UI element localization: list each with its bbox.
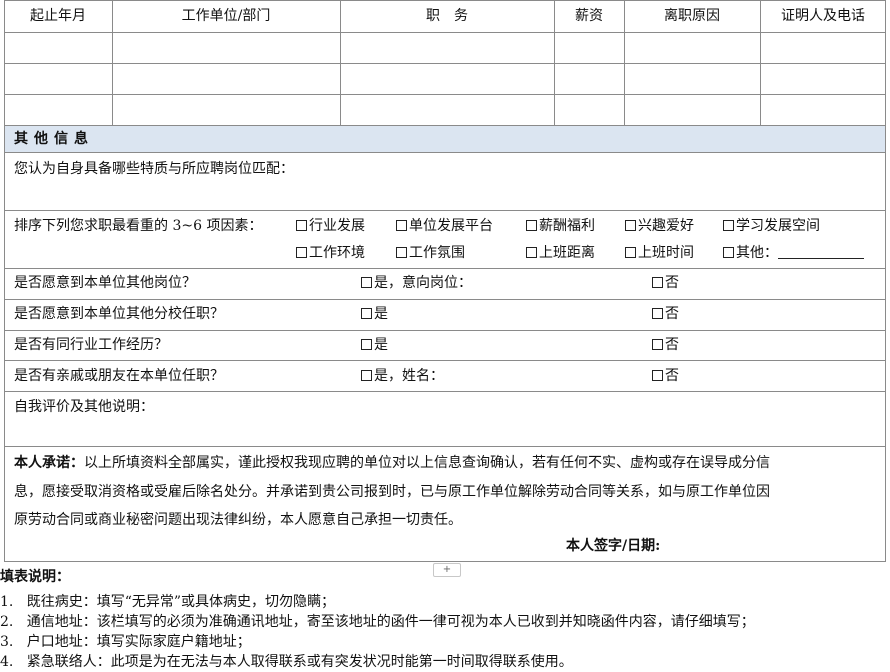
note-item: 4. 紧急联络人：此项是为在无法与本人取得联系或有突发状况时能第一时间取得联系使… <box>0 654 573 670</box>
answer-yes[interactable]: 是，意向岗位： <box>361 273 472 293</box>
pledge-line-2: 息，愿接受取消资格或受雇后除名处分。并承诺到贵公司报到时，已与原工作单位解除劳动… <box>14 484 770 500</box>
checkbox[interactable] <box>361 339 372 350</box>
work-history-cell[interactable] <box>761 33 885 63</box>
grid-line <box>4 63 886 64</box>
factor-option[interactable]: 工作环境 <box>296 243 365 263</box>
factor-option[interactable]: 单位发展平台 <box>396 216 493 236</box>
answer-yes[interactable]: 是，姓名： <box>361 366 444 386</box>
other-factor-input[interactable] <box>778 244 864 259</box>
notes-title: 填表说明： <box>0 569 70 585</box>
question-other-position: 是否愿意到本单位其他岗位？ <box>14 275 196 291</box>
checkbox[interactable] <box>396 220 407 231</box>
checkbox[interactable] <box>652 339 663 350</box>
checkbox[interactable] <box>723 220 734 231</box>
grid-line <box>4 268 886 269</box>
answer-yes[interactable]: 是 <box>361 304 388 324</box>
answer-no[interactable]: 否 <box>652 304 679 324</box>
grid-line <box>4 299 886 300</box>
signature-date-label: 本人签字/日期: <box>566 538 661 554</box>
note-item: 3. 户口地址：填写实际家庭户籍地址； <box>0 634 251 650</box>
grid-line <box>4 0 5 562</box>
checkbox[interactable] <box>296 247 307 258</box>
add-row-handle[interactable]: + <box>433 563 461 577</box>
header-reference: 证明人及电话 <box>781 8 865 24</box>
checkbox[interactable] <box>625 247 636 258</box>
grid-line <box>885 0 886 562</box>
checkbox[interactable] <box>361 277 372 288</box>
note-item: 2. 通信地址：该栏填写的必须为准确通讯地址，寄至该地址的函件一律可视为本人已收… <box>0 614 755 630</box>
work-history-cell[interactable] <box>5 33 112 63</box>
pledge-line-3: 原劳动合同或商业秘密问题出现法律纠纷，本人愿意自己承担一切责任。 <box>14 512 462 528</box>
factor-option[interactable]: 上班距离 <box>526 243 595 263</box>
factor-option[interactable]: 其他： <box>723 243 864 263</box>
factors-question: 排序下列您求职最看重的 3~6 项因素： <box>14 218 263 234</box>
grid-line <box>4 330 886 331</box>
question-relatives: 是否有亲戚或朋友在本单位任职？ <box>14 368 224 384</box>
checkbox[interactable] <box>652 277 663 288</box>
answer-no[interactable]: 否 <box>652 366 679 386</box>
grid-line <box>4 561 886 562</box>
work-history-cell[interactable] <box>113 33 340 63</box>
pledge-line-1: 本人承诺：以上所填资料全部属实，谨此授权我现应聘的单位对以上信息查询确认，若有任… <box>14 455 770 471</box>
section-title-other-info: 其他信息 <box>14 131 94 147</box>
factor-option[interactable]: 兴趣爱好 <box>625 216 694 236</box>
header-employer: 工作单位/部门 <box>181 8 271 24</box>
other-info-section-bar <box>4 126 886 152</box>
question-industry-experience: 是否有同行业工作经历？ <box>14 337 168 353</box>
application-form-table: 起止年月 工作单位/部门 职 务 薪资 离职原因 证明人及电话 其他信息 您认为… <box>4 0 886 562</box>
factor-option[interactable]: 上班时间 <box>625 243 694 263</box>
work-history-cell[interactable] <box>341 33 554 63</box>
factor-option[interactable]: 学习发展空间 <box>723 216 820 236</box>
answer-no[interactable]: 否 <box>652 273 679 293</box>
header-start-date: 起止年月 <box>30 8 86 24</box>
checkbox[interactable] <box>396 247 407 258</box>
header-leave-reason: 离职原因 <box>664 8 720 24</box>
note-item: 1. 既往病史：填写“无异常”或具体病史，切勿隐瞒； <box>0 594 336 610</box>
work-history-cell[interactable] <box>555 33 624 63</box>
checkbox[interactable] <box>723 247 734 258</box>
header-position: 职 务 <box>426 8 468 24</box>
factor-option[interactable]: 薪酬福利 <box>526 216 595 236</box>
answer-yes[interactable]: 是 <box>361 335 388 355</box>
grid-line <box>4 391 886 392</box>
checkbox[interactable] <box>652 308 663 319</box>
grid-line <box>4 210 886 211</box>
grid-line <box>4 152 886 153</box>
answer-no[interactable]: 否 <box>652 335 679 355</box>
grid-line <box>4 360 886 361</box>
traits-question: 您认为自身具备哪些特质与所应聘岗位匹配： <box>14 161 294 177</box>
factor-option[interactable]: 工作氛围 <box>396 243 465 263</box>
self-evaluation-label: 自我评价及其他说明： <box>14 399 154 415</box>
header-salary: 薪资 <box>575 8 603 24</box>
checkbox[interactable] <box>625 220 636 231</box>
work-history-cell[interactable] <box>625 33 760 63</box>
question-other-campus: 是否愿意到本单位其他分校任职？ <box>14 306 224 322</box>
grid-line <box>4 0 886 1</box>
checkbox[interactable] <box>361 370 372 381</box>
checkbox[interactable] <box>652 370 663 381</box>
factor-option[interactable]: 行业发展 <box>296 216 365 236</box>
checkbox[interactable] <box>526 220 537 231</box>
checkbox[interactable] <box>296 220 307 231</box>
grid-line <box>4 94 886 95</box>
checkbox[interactable] <box>361 308 372 319</box>
checkbox[interactable] <box>526 247 537 258</box>
grid-line <box>4 446 886 447</box>
